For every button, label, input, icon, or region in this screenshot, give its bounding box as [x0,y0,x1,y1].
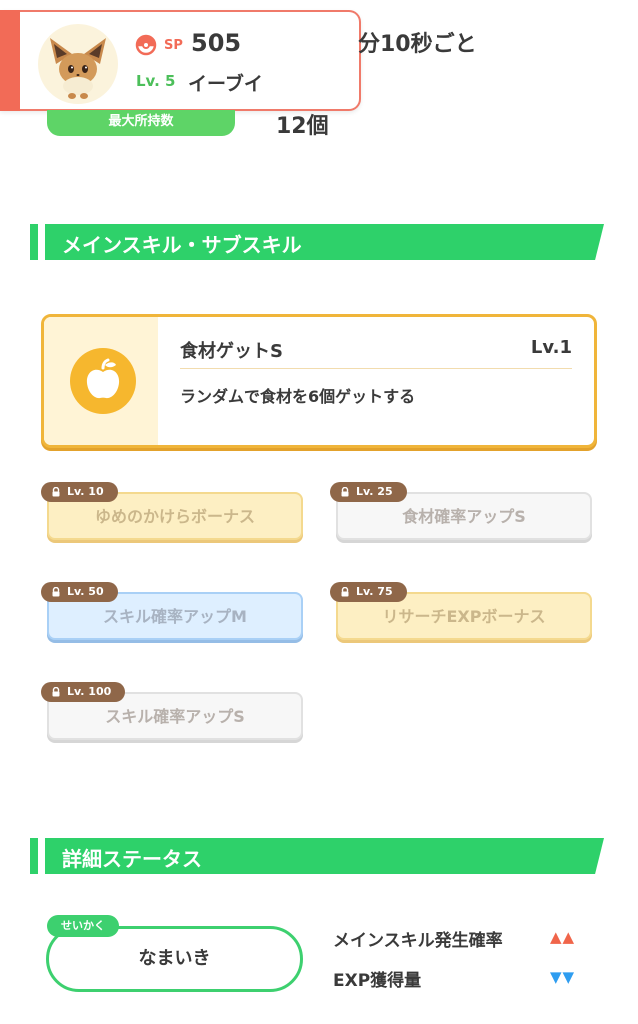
main-skill-icon-area [44,317,158,445]
main-skill-badge [70,348,136,414]
stat-up-arrows-icon: ▲▲ [550,928,576,946]
lock-icon [341,587,349,597]
unlock-level-tag: Lv. 50 [41,582,118,602]
nature-down-label: EXP獲得量 [333,971,422,991]
unlock-level-tag: Lv. 25 [330,482,407,502]
lock-icon [52,487,60,497]
help-interval-text: 分10秒ごと [358,32,477,57]
stat-down-arrows-icon: ▼▼ [550,968,576,986]
sub-skill-lv50[interactable]: Lv. 50 スキル確率アップM [41,582,303,640]
pokemon-name: イーブイ [188,73,263,95]
skills-section-title: メインスキル・サブスキル [62,233,302,257]
section-header-accent [30,224,38,260]
unlock-level-text: Lv. 10 [67,485,104,498]
eevee-avatar-icon [38,24,118,104]
main-skill-card[interactable]: 食材ゲットS Lv.1 ランダムで食材を6個ゲットする [41,314,597,448]
pokemon-level: Lv. 5 [136,72,176,90]
details-section-title: 詳細ステータス [62,847,202,871]
unlock-level-text: Lv. 50 [67,585,104,598]
sub-skill-lv75[interactable]: Lv. 75 リサーチEXPボーナス [330,582,592,640]
unlock-level-tag: Lv. 100 [41,682,126,702]
unlock-level-text: Lv. 75 [356,585,393,598]
lock-icon [52,687,60,697]
main-skill-name: 食材ゲットS [180,341,283,362]
unlock-level-tag: Lv. 75 [330,582,407,602]
sub-skill-lv25[interactable]: Lv. 25 食材確率アップS [330,482,592,540]
carry-limit-value: 12個 [276,114,329,139]
sub-skill-lv100[interactable]: Lv. 100 スキル確率アップS [41,682,303,740]
main-skill-description: ランダムで食材を6個ゲットする [180,387,416,406]
unlock-level-text: Lv. 25 [356,485,393,498]
sp-value: 505 [191,29,242,57]
nature-tag: せいかく [47,915,119,937]
main-skill-level: Lv.1 [530,337,572,358]
details-section-header: 詳細ステータス [30,838,604,874]
pokemon-header-card: SP 505 Lv. 5 イーブイ [0,10,361,111]
section-header-accent [30,838,38,874]
sub-skill-lv10[interactable]: Lv. 10 ゆめのかけらボーナス [41,482,303,540]
skills-section-header: メインスキル・サブスキル [30,224,604,260]
pokeball-icon [135,34,157,56]
nature-up-label: メインスキル発生確率 [333,931,503,951]
unlock-level-text: Lv. 100 [67,685,112,698]
main-skill-divider [180,368,572,369]
unlock-level-tag: Lv. 10 [41,482,118,502]
carry-limit-label: 最大所持数 [47,110,235,136]
apple-icon [86,358,120,399]
sp-label: SP [164,38,183,53]
lock-icon [52,587,60,597]
header-accent-bar [0,10,20,111]
lock-icon [341,487,349,497]
